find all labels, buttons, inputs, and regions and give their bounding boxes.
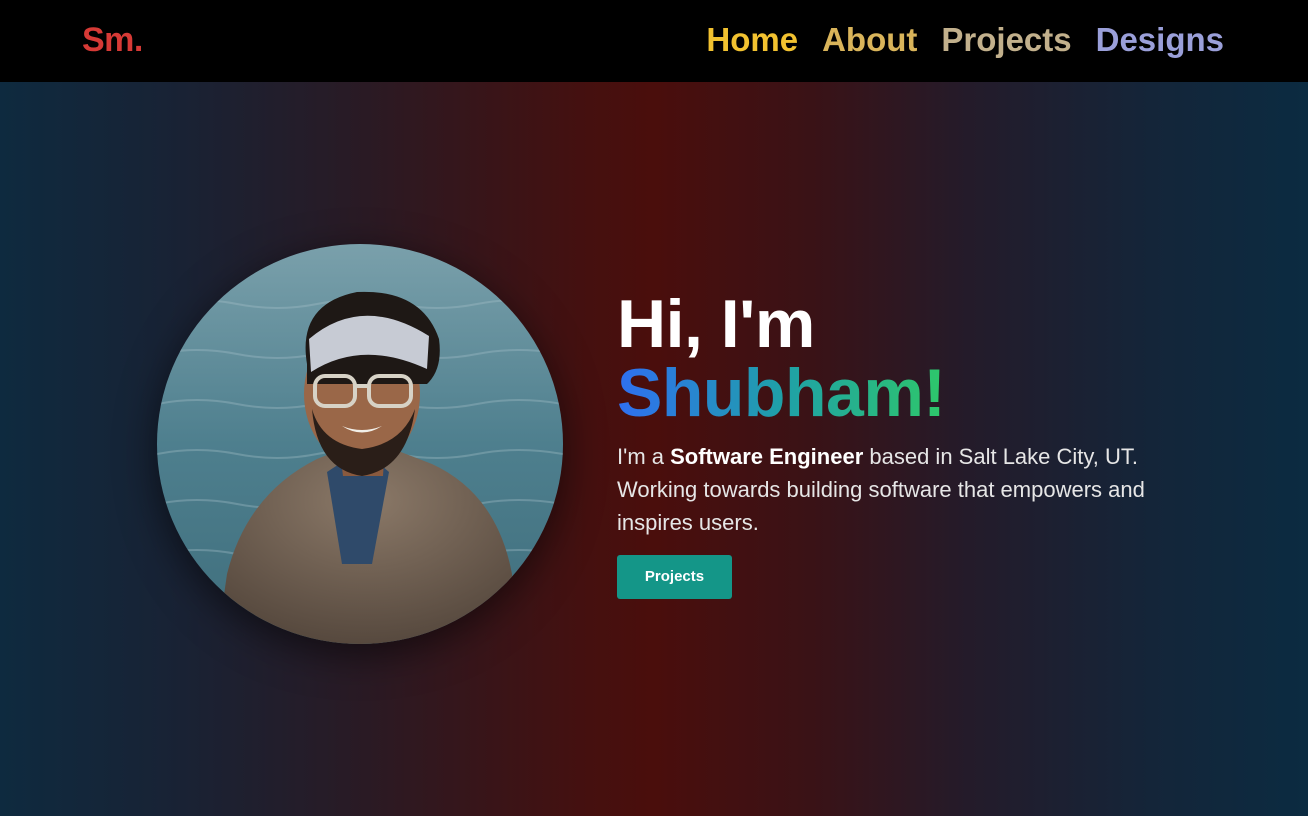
navbar: Sm. Home About Projects Designs <box>0 0 1308 82</box>
nav-link-projects[interactable]: Projects <box>941 20 1071 60</box>
nav-link-designs[interactable]: Designs <box>1096 20 1224 60</box>
bio-role: Software Engineer <box>670 444 864 469</box>
nav-links: Home About Projects Designs <box>706 20 1224 60</box>
page: Sm. Home About Projects Designs Hi, I'm … <box>0 0 1308 816</box>
hero-intro: Hi, I'm Shubham! I'm a Software Engineer… <box>617 288 1177 599</box>
profile-photo-illustration <box>157 244 563 644</box>
bio-prefix: I'm a <box>617 444 671 469</box>
site-logo[interactable]: Sm. <box>82 20 143 60</box>
hero-name: Shubham! <box>617 355 946 431</box>
hero-greeting: Hi, I'm <box>617 286 815 362</box>
hero-bio: I'm a Software Engineer based in Salt La… <box>617 440 1162 539</box>
projects-button[interactable]: Projects <box>617 555 732 599</box>
nav-link-home[interactable]: Home <box>706 20 798 60</box>
profile-photo <box>157 244 563 644</box>
nav-link-about[interactable]: About <box>822 20 917 60</box>
